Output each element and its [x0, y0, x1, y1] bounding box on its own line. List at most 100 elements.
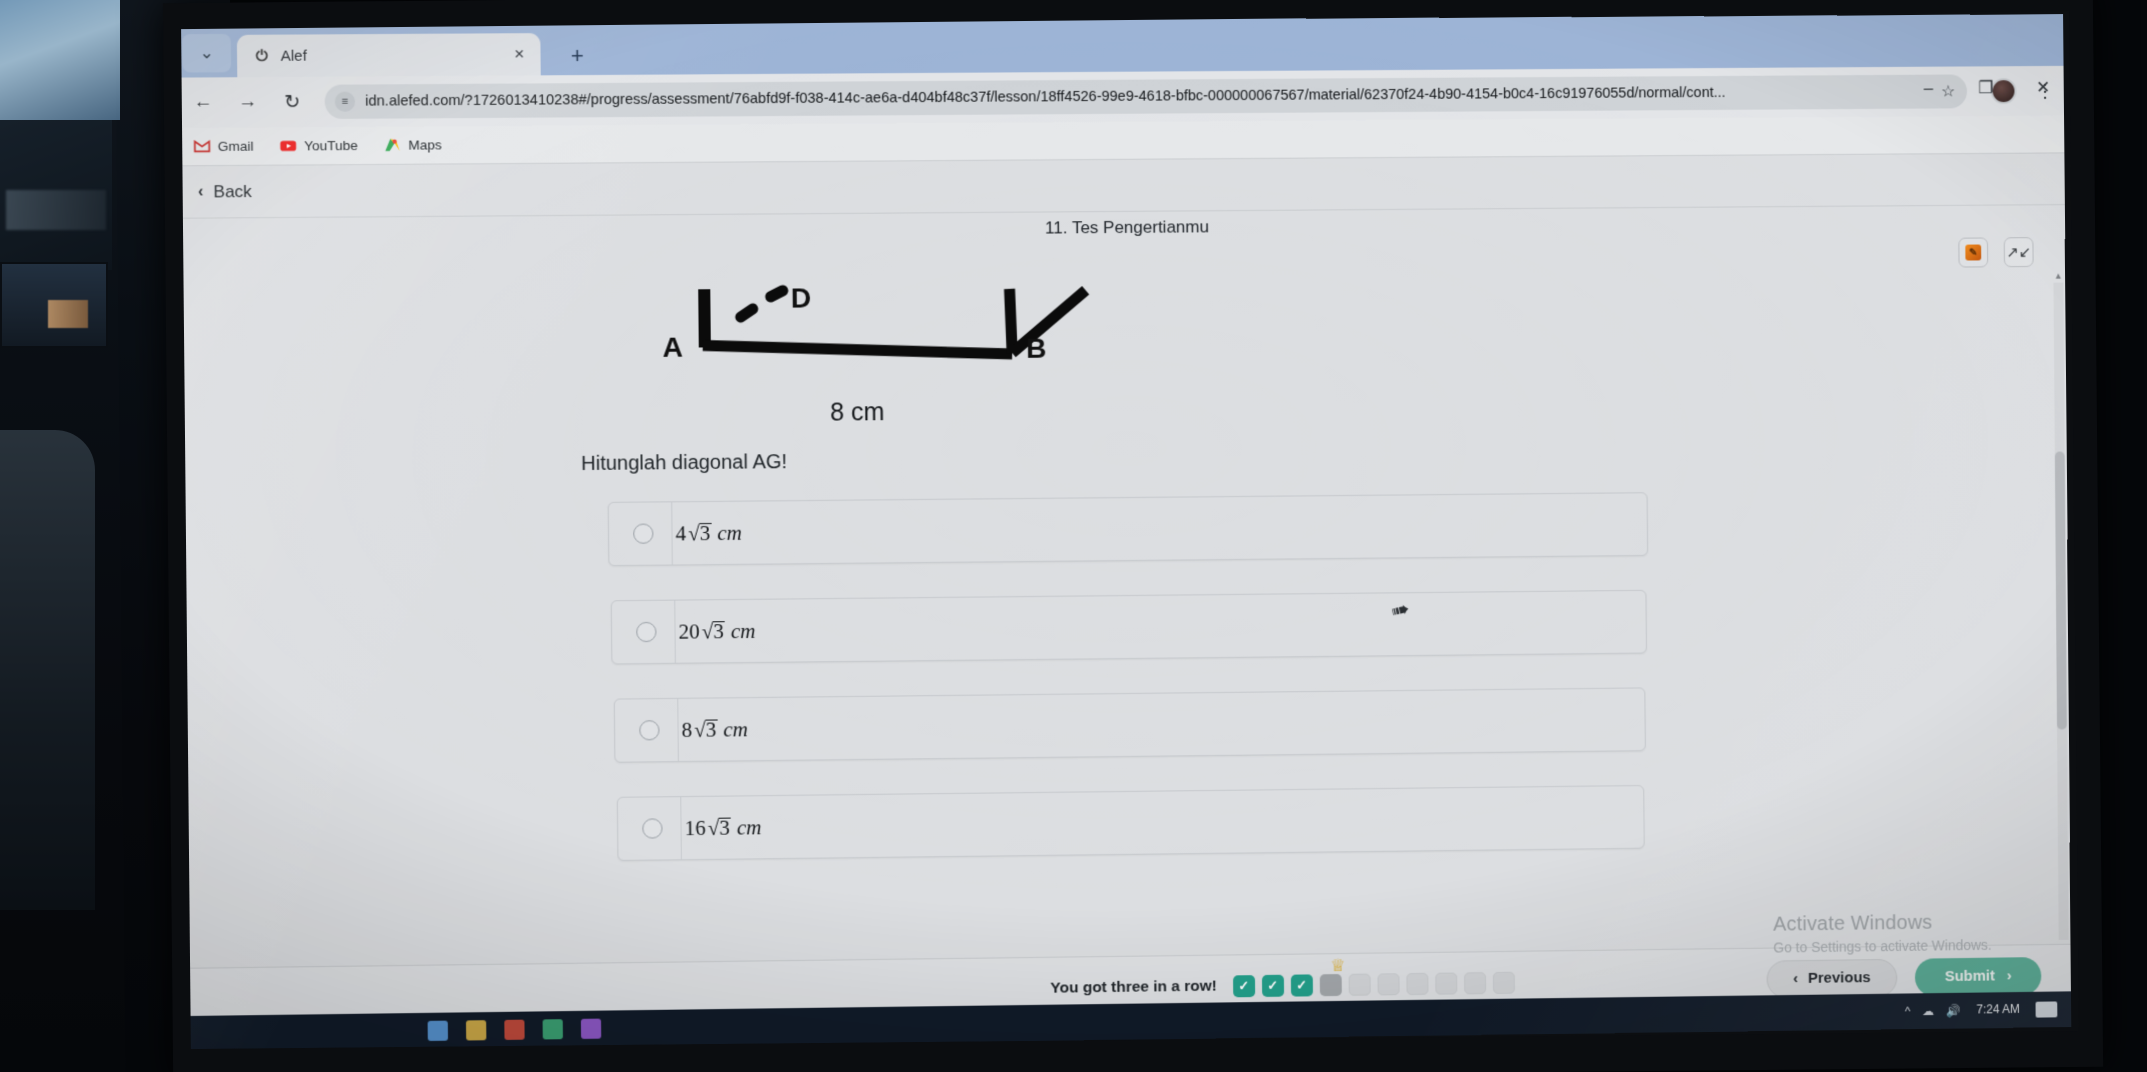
progress-pip-done: ✓	[1261, 974, 1284, 997]
progress-pip-todo	[1406, 972, 1429, 995]
tray-volume-icon[interactable]: 🔊	[1946, 1004, 1961, 1018]
watermark-title: Activate Windows	[1773, 911, 1933, 936]
youtube-icon	[280, 140, 297, 151]
coefficient: 16	[684, 815, 706, 840]
unit: cm	[723, 716, 749, 741]
radio-button[interactable]	[633, 523, 654, 544]
fullscreen-tool-button[interactable]: ↗↙	[2003, 237, 2034, 268]
answer-option-text: 8 √ 3 cm	[681, 717, 748, 743]
chevron-left-icon: ‹	[197, 182, 204, 200]
system-tray[interactable]: ^ ☁ 🔊	[1905, 1004, 1961, 1019]
progress-pip-current	[1319, 973, 1342, 996]
chevron-right-icon: ›	[2006, 967, 2012, 985]
screen: ⌄ ⏻ Alef × + – ❐ ✕ ← → ↻ ≡ idn.alefed.co…	[181, 14, 2072, 1050]
coefficient: 20	[678, 618, 700, 644]
forward-nav-icon[interactable]: →	[235, 91, 260, 113]
radical-icon: √ 3	[687, 520, 712, 545]
progress-pip-todo	[1377, 972, 1400, 995]
vertex-label-a: A	[662, 331, 684, 363]
radical-icon: √ 3	[701, 618, 725, 643]
progress-pip-done: ✓	[1290, 973, 1313, 997]
scroll-up-icon[interactable]: ▲	[2053, 271, 2063, 281]
previous-label: Previous	[1807, 969, 1871, 987]
divider	[674, 600, 676, 663]
progress-pip-todo	[1348, 973, 1371, 996]
power-icon: ⏻	[255, 47, 269, 65]
screen-frame: ⌄ ⏻ Alef × + – ❐ ✕ ← → ↻ ≡ idn.alefed.co…	[181, 10, 2079, 1050]
tool-buttons: ✎ ↗↙	[1958, 237, 2034, 268]
site-settings-icon[interactable]: ≡	[334, 91, 356, 112]
window-controls: – ❐ ✕	[1917, 78, 2053, 99]
laptop-bezel: ⌄ ⏻ Alef × + – ❐ ✕ ← → ↻ ≡ idn.alefed.co…	[162, 0, 2104, 1072]
unit: cm	[736, 814, 762, 840]
streak-text: You got three in a row!	[1050, 977, 1218, 997]
taskbar-icon[interactable]	[542, 1019, 563, 1040]
bookmark-label: Maps	[408, 137, 442, 153]
tab-search-chevron-icon[interactable]: ⌄	[182, 33, 232, 73]
radio-button[interactable]	[642, 818, 663, 839]
radio-button[interactable]	[639, 720, 660, 741]
maximize-button[interactable]: ❐	[1975, 78, 1997, 98]
streak-indicator: You got three in a row! ♕ ✓ ✓ ✓	[1050, 955, 1515, 999]
back-label: Back	[213, 181, 252, 201]
taskbar-icon[interactable]	[504, 1019, 525, 1040]
question-prompt: Hitunglah diagonal AG!	[581, 451, 788, 476]
answer-option[interactable]: 20 √ 3 cm	[610, 589, 1647, 665]
cube-sketch	[652, 279, 1215, 434]
answer-option[interactable]: 16 √ 3 cm	[616, 785, 1645, 862]
taskbar-icon[interactable]	[427, 1020, 449, 1041]
watermark-subtitle: Go to Settings to activate Windows.	[1773, 936, 1992, 956]
bookmark-label: Gmail	[217, 138, 254, 154]
monitor-reflection	[48, 300, 88, 328]
taskbar-clock[interactable]: 7:24 AM	[1976, 1002, 2020, 1017]
coefficient: 4	[675, 520, 687, 545]
taskbar-icon[interactable]	[465, 1020, 487, 1041]
answer-option[interactable]: 8 √ 3 cm	[613, 687, 1646, 763]
browser-tab[interactable]: ⏻ Alef ×	[236, 33, 541, 78]
maps-icon	[385, 138, 401, 151]
tray-network-icon[interactable]: ☁	[1922, 1004, 1934, 1018]
bookmark-maps[interactable]: Maps	[384, 136, 442, 153]
radio-button[interactable]	[636, 621, 657, 643]
answer-options: 4 √ 3 cm 20 √ 3 cm 8 √ 3 cm 16 √ 3 cm	[181, 488, 2070, 866]
bookmark-gmail[interactable]: Gmail	[193, 138, 254, 156]
wall-text-blur	[6, 190, 106, 230]
bookmark-label: YouTube	[304, 137, 358, 154]
radicand: 3	[705, 717, 717, 742]
radicand: 3	[699, 520, 711, 545]
bookmark-youtube[interactable]: YouTube	[280, 137, 358, 155]
alef-assessment-page: ‹ Back 11. Tes Pengertianmu ✎ ↗↙ A D B 8…	[181, 153, 2072, 1031]
unit: cm	[730, 618, 756, 643]
highlighter-tool-button[interactable]: ✎	[1958, 237, 1989, 268]
minimize-button[interactable]: –	[1917, 79, 1939, 99]
back-button[interactable]: ‹ Back	[198, 181, 252, 202]
tab-title: Alef	[280, 47, 307, 65]
geometry-figure: A D B 8 cm	[652, 279, 1215, 434]
url-text: idn.alefed.com/?1726013410238#/progress/…	[365, 84, 1726, 110]
expand-arrows-icon: ↗↙	[2006, 244, 2032, 262]
radicand: 3	[719, 815, 730, 840]
taskbar-icon[interactable]	[580, 1018, 602, 1039]
tray-chevron-icon[interactable]: ^	[1905, 1004, 1911, 1018]
previous-button[interactable]: ‹ Previous	[1766, 958, 1898, 998]
crown-icon: ♕	[1330, 955, 1346, 975]
wall-poster	[0, 0, 120, 120]
address-bar[interactable]: ≡ idn.alefed.com/?1726013410238#/progres…	[324, 74, 1968, 119]
vertex-label-d: D	[790, 282, 812, 314]
notification-icon[interactable]	[2035, 1001, 2058, 1018]
progress-pip-todo	[1463, 971, 1486, 994]
question-content: A D B 8 cm Hitunglah diagonal AG! 4 √ 3 cm	[181, 265, 2070, 968]
chair	[0, 430, 95, 910]
radical-icon: √ 3	[707, 815, 731, 840]
answer-option[interactable]: 4 √ 3 cm	[607, 492, 1649, 567]
close-icon[interactable]: ×	[508, 44, 530, 64]
reload-icon[interactable]: ↻	[280, 90, 305, 113]
progress-pip-done: ✓	[1232, 974, 1255, 997]
progress-pip-todo	[1492, 971, 1515, 994]
coefficient: 8	[681, 717, 693, 742]
close-window-button[interactable]: ✕	[2032, 78, 2054, 98]
new-tab-button[interactable]: +	[559, 43, 596, 69]
submit-button[interactable]: Submit ›	[1914, 956, 2042, 996]
taskbar-icons	[427, 1018, 602, 1041]
back-nav-icon[interactable]: ←	[191, 91, 216, 113]
